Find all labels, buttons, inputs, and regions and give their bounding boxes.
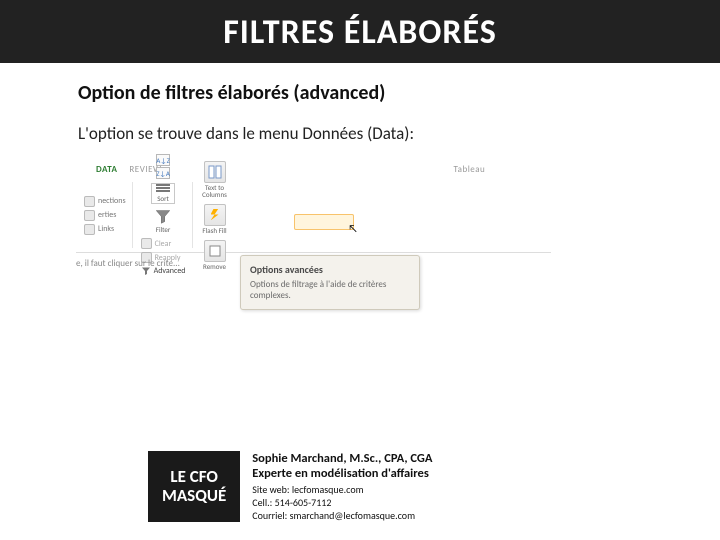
text-to-columns-button: Text to Columns — [201, 161, 229, 198]
brand-logo: LE CFO MASQUÉ — [148, 451, 240, 522]
author-role: Experte en modélisation d'affaires — [252, 466, 432, 481]
text-to-columns-label: Text to Columns — [201, 184, 229, 198]
funnel-icon — [154, 208, 172, 225]
sort-za-icon: Z↓A — [156, 167, 170, 179]
tooltip-panel: Options avancées Options de filtrage à l… — [240, 255, 420, 310]
label-connections: nections — [98, 196, 126, 206]
author-site: Site web: lecfomasque.com — [252, 483, 432, 496]
content: Option de filtres élaborés (advanced) L'… — [0, 63, 720, 330]
label-properties: erties — [98, 210, 116, 220]
connection-icon — [84, 196, 95, 207]
author-email: Courriel: smarchand@lecfomasque.com — [252, 509, 432, 522]
links-icon — [84, 224, 95, 235]
brand-line1: LE CFO — [162, 468, 226, 487]
author-cell: Cell.: 514-605-7112 — [252, 496, 432, 509]
cursor-icon: ↖ — [348, 222, 358, 235]
group-sort-filter: A↓Z Z↓A Sort Filter Clear Reapply Advanc… — [139, 182, 193, 248]
tooltip-body: Options de filtrage à l'aide de critères… — [250, 279, 410, 302]
properties-icon — [84, 210, 95, 221]
text-to-columns-icon — [204, 161, 226, 183]
author-credentials: M.Sc., CPA, CGA — [349, 451, 432, 466]
filter-label: Filter — [156, 225, 171, 234]
worksheet-text: e, il faut cliquer sur le crite... — [76, 258, 180, 269]
page-title: FILTRES ÉLABORÉS — [0, 12, 720, 53]
sort-az-icon: A↓Z — [156, 154, 170, 166]
flash-fill-icon — [204, 204, 226, 226]
clear-icon — [141, 238, 152, 249]
flash-fill-label: Flash Fill — [202, 227, 226, 234]
title-bar: FILTRES ÉLABORÉS — [0, 0, 720, 63]
author-name-line: Sophie Marchand, M.Sc., CPA, CGA — [252, 451, 432, 466]
filter-button: Filter — [151, 208, 175, 234]
sort-button: Sort — [151, 183, 175, 204]
remove-button: Remove — [201, 240, 229, 270]
label-links: Links — [98, 224, 114, 234]
ribbon-tabs: DATA REVIEW Tableau — [96, 164, 485, 175]
remove-label: Remove — [203, 263, 226, 270]
subtitle: Option de filtres élaborés (advanced) — [78, 81, 642, 105]
author-name: Sophie Marchand, — [252, 451, 346, 466]
filter-options: Clear Reapply Advanced — [141, 238, 186, 276]
clear-label: Clear — [155, 239, 172, 249]
remove-icon — [204, 240, 226, 262]
flash-fill-button: Flash Fill — [201, 204, 229, 234]
footer: LE CFO MASQUÉ Sophie Marchand, M.Sc., CP… — [148, 451, 432, 522]
tab-extra: Tableau — [453, 164, 485, 175]
group-data-tools: Text to Columns Flash Fill Remove — [199, 182, 235, 248]
sort-label: Sort — [157, 194, 169, 203]
body-text: L'option se trouve dans le menu Données … — [78, 123, 642, 144]
group-connections: nections erties Links — [82, 182, 133, 248]
tooltip-title: Options avancées — [250, 263, 410, 276]
brand-line2: MASQUÉ — [162, 487, 226, 506]
excel-screenshot: DATA REVIEW Tableau nections erties Link… — [76, 160, 551, 330]
author-block: Sophie Marchand, M.Sc., CPA, CGA Experte… — [252, 451, 432, 522]
tab-data: DATA — [96, 164, 117, 175]
advanced-highlight — [294, 214, 354, 230]
